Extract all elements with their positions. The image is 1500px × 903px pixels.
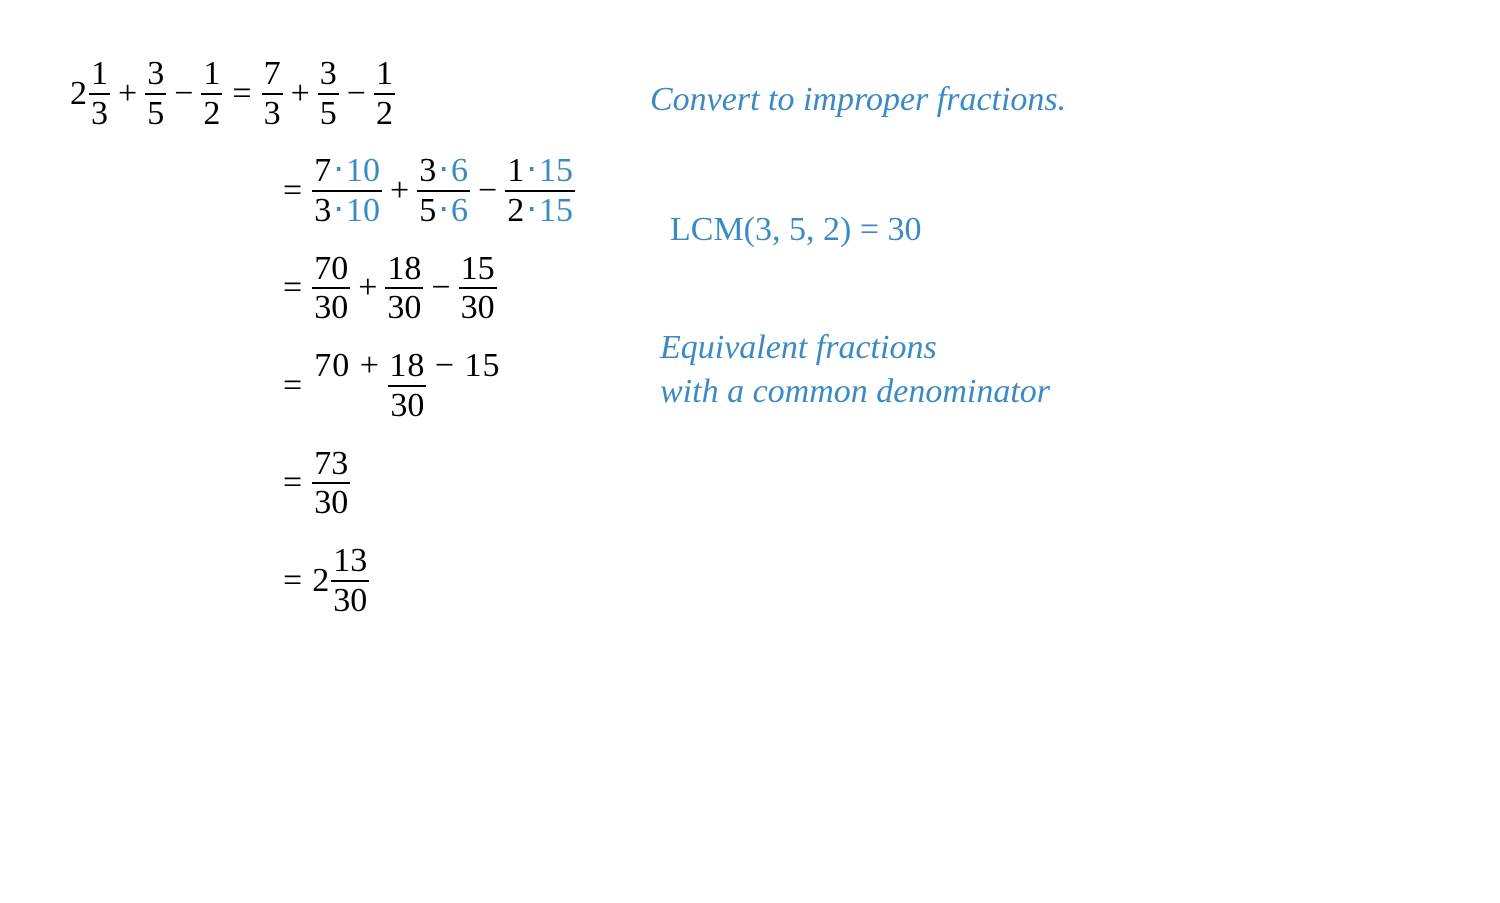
step-6: = 2 13 30 — [273, 543, 575, 618]
minus-operator: − — [339, 75, 374, 113]
step-5: = 73 30 — [273, 446, 575, 521]
numerator: 70 — [312, 251, 350, 288]
numerator: 73 — [312, 446, 350, 483]
equals-sign: = — [273, 172, 312, 210]
numerator: 7⋅10 — [312, 153, 382, 190]
denominator: 3⋅10 — [312, 190, 382, 229]
fraction: 1⋅15 2⋅15 — [505, 153, 575, 228]
denominator: 30 — [385, 287, 423, 326]
fraction: 3⋅6 5⋅6 — [417, 153, 470, 228]
denominator: 2⋅15 — [505, 190, 575, 229]
denominator: 5 — [318, 93, 339, 132]
annotation-line: Equivalent fractions — [660, 326, 1050, 370]
mixed-fraction: 2 13 30 — [312, 543, 369, 618]
step-2: = 7⋅10 3⋅10 + 3⋅6 5⋅6 − 1⋅15 2⋅15 — [273, 153, 575, 228]
equals-sign: = — [273, 269, 312, 307]
step-4: = 70 + 18 − 15 30 — [273, 348, 575, 423]
plus-operator: + — [283, 75, 318, 113]
fraction: 1 3 — [89, 56, 110, 131]
denominator: 5⋅6 — [417, 190, 470, 229]
fraction: 3 5 — [318, 56, 339, 131]
whole-part: 2 — [70, 75, 87, 113]
math-work: 2 1 3 + 3 5 − 1 2 = 7 3 + — [70, 56, 575, 640]
numerator: 1 — [89, 56, 110, 93]
dot-operator: ⋅ — [524, 192, 539, 229]
minus-operator: − — [470, 172, 505, 210]
denominator: 2 — [374, 93, 395, 132]
numerator: 7 — [262, 56, 283, 93]
minus-operator: − — [166, 75, 201, 113]
annotation-equiv: Equivalent fractions with a common denom… — [660, 326, 1050, 414]
fraction: 70 30 — [312, 251, 350, 326]
whole-part: 2 — [312, 562, 329, 600]
equals-sign: = — [273, 367, 312, 405]
fraction: 70 + 18 − 15 30 — [312, 348, 502, 423]
fraction: 7⋅10 3⋅10 — [312, 153, 382, 228]
annotation-lcm: LCM(3, 5, 2) = 30 — [670, 208, 922, 252]
dot-operator: ⋅ — [524, 152, 539, 189]
numerator: 1 — [201, 56, 222, 93]
denominator: 30 — [312, 287, 350, 326]
numerator: 3⋅6 — [417, 153, 470, 190]
step-1: 2 1 3 + 3 5 − 1 2 = 7 3 + — [70, 56, 575, 131]
dot-operator: ⋅ — [331, 152, 346, 189]
fraction: 15 30 — [459, 251, 497, 326]
numerator: 3 — [318, 56, 339, 93]
mixed-fraction: 2 1 3 — [70, 56, 110, 131]
equals-sign: = — [273, 562, 312, 600]
fraction: 3 5 — [145, 56, 166, 131]
minus-operator: − — [423, 269, 458, 307]
dot-operator: ⋅ — [436, 152, 451, 189]
numerator: 18 — [385, 251, 423, 288]
denominator: 30 — [459, 287, 497, 326]
denominator: 30 — [388, 385, 426, 424]
denominator: 5 — [145, 93, 166, 132]
fraction: 73 30 — [312, 446, 350, 521]
plus-operator: + — [382, 172, 417, 210]
annotation-line: with a common denominator — [660, 370, 1050, 414]
step-3: = 70 30 + 18 30 − 15 30 — [273, 251, 575, 326]
fraction: 7 3 — [262, 56, 283, 131]
fraction: 1 2 — [201, 56, 222, 131]
numerator: 15 — [459, 251, 497, 288]
equals-sign: = — [222, 75, 261, 113]
denominator: 30 — [331, 580, 369, 619]
dot-operator: ⋅ — [331, 192, 346, 229]
numerator: 70 + 18 − 15 — [312, 348, 502, 385]
numerator: 1 — [374, 56, 395, 93]
plus-operator: + — [350, 269, 385, 307]
numerator: 1⋅15 — [505, 153, 575, 190]
fraction: 13 30 — [331, 543, 369, 618]
denominator: 3 — [89, 93, 110, 132]
equals-sign: = — [273, 464, 312, 502]
dot-operator: ⋅ — [436, 192, 451, 229]
fraction: 18 30 — [385, 251, 423, 326]
denominator: 3 — [262, 93, 283, 132]
denominator: 2 — [201, 93, 222, 132]
denominator: 30 — [312, 482, 350, 521]
fraction: 1 2 — [374, 56, 395, 131]
numerator: 13 — [331, 543, 369, 580]
plus-operator: + — [110, 75, 145, 113]
annotation-convert: Convert to improper fractions. — [650, 78, 1066, 122]
numerator: 3 — [145, 56, 166, 93]
